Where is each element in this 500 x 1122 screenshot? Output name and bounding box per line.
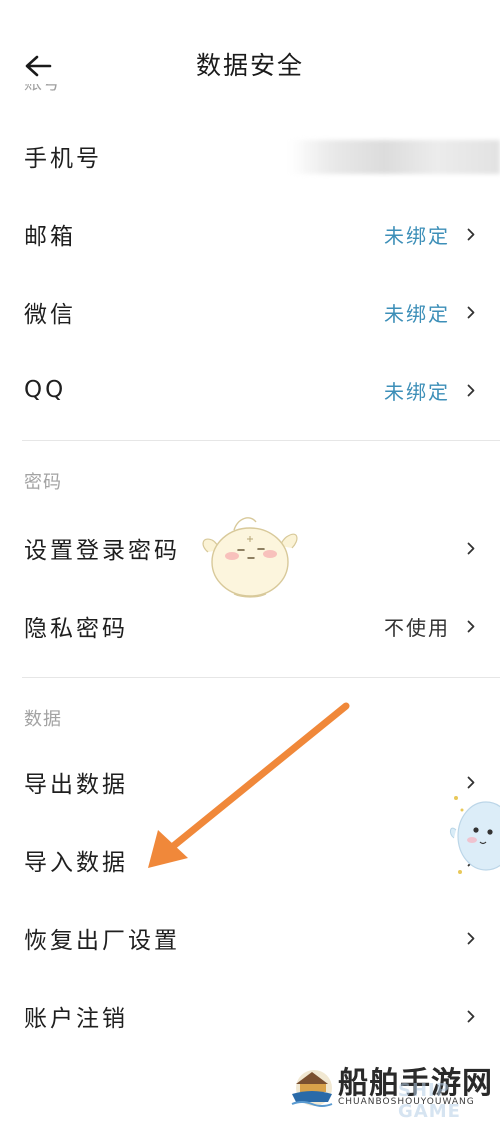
row-label: 恢复出厂设置 bbox=[24, 928, 180, 954]
chevron-right-icon bbox=[466, 227, 476, 241]
section-label-password: 密码 bbox=[24, 472, 62, 493]
chevron-right-icon bbox=[466, 619, 476, 633]
app-header: 数据安全 账号 bbox=[0, 0, 500, 100]
phone-number-blurred bbox=[290, 140, 500, 174]
mascot-sticker-image bbox=[198, 512, 302, 606]
section-label-data: 数据 bbox=[24, 709, 62, 730]
row-label: QQ bbox=[24, 377, 67, 403]
row-label: 隐私密码 bbox=[24, 616, 128, 642]
row-email[interactable]: 邮箱 未绑定 bbox=[0, 198, 500, 270]
row-factory-reset[interactable]: 恢复出厂设置 bbox=[0, 902, 500, 974]
site-watermark: 船舶手游网 SHIP GAME CHUANBOSHOUYOUWANG bbox=[288, 1058, 500, 1122]
page-title: 数据安全 bbox=[195, 51, 304, 80]
section-divider bbox=[22, 440, 500, 441]
row-label: 微信 bbox=[24, 302, 76, 328]
status-value: 未绑定 bbox=[384, 379, 450, 404]
chevron-right-icon bbox=[466, 541, 476, 555]
chevron-right-icon bbox=[466, 383, 476, 397]
chevron-right-icon bbox=[466, 305, 476, 319]
row-qq[interactable]: QQ 未绑定 bbox=[0, 354, 500, 426]
chevron-right-icon bbox=[466, 1009, 476, 1023]
chevron-right-icon bbox=[466, 931, 476, 945]
watermark-subtitle: CHUANBOSHOUYOUWANG bbox=[338, 1097, 475, 1107]
status-value: 不使用 bbox=[384, 615, 450, 640]
row-account-cancel[interactable]: 账户注销 bbox=[0, 980, 500, 1052]
row-wechat[interactable]: 微信 未绑定 bbox=[0, 276, 500, 348]
ship-logo-icon bbox=[291, 1070, 333, 1107]
ghost-sticker-image bbox=[446, 780, 500, 884]
section-label-account: 账号 bbox=[24, 84, 60, 100]
section-divider bbox=[22, 677, 500, 678]
status-value: 未绑定 bbox=[384, 223, 450, 248]
status-value: 未绑定 bbox=[384, 301, 450, 326]
row-label: 账户注销 bbox=[24, 1006, 128, 1032]
row-label: 邮箱 bbox=[24, 224, 76, 250]
annotation-arrow bbox=[130, 690, 360, 884]
